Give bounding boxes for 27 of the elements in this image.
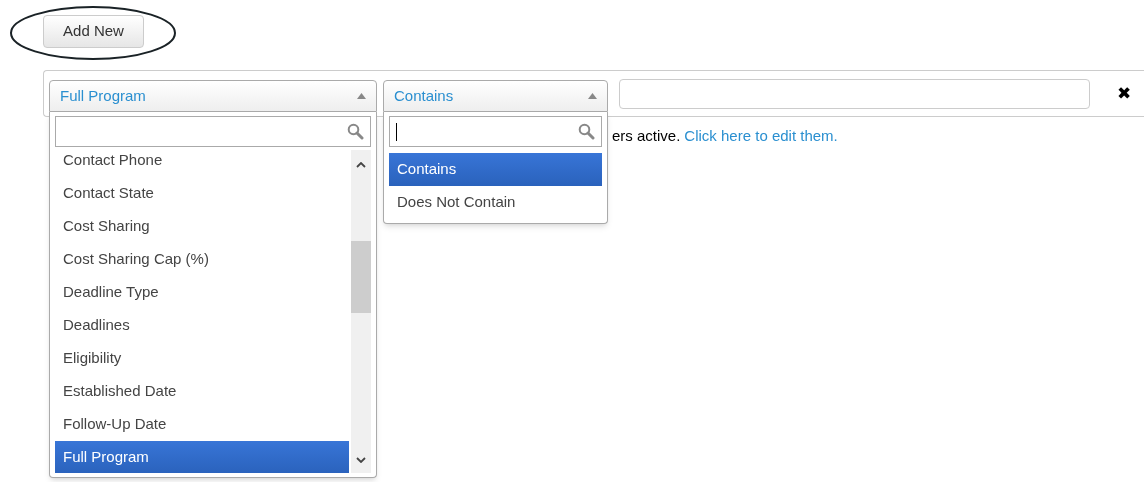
- search-field[interactable]: [389, 116, 602, 147]
- scroll-down-icon[interactable]: [356, 457, 366, 463]
- dropdown-option[interactable]: Cost Sharing Cap (%): [55, 243, 349, 276]
- scrollbar-thumb[interactable]: [351, 241, 371, 313]
- dropdown-option[interactable]: Contains: [389, 153, 602, 186]
- search-field[interactable]: [55, 116, 371, 147]
- dropdown-option[interactable]: Contact State: [55, 177, 349, 210]
- dropdown-option[interactable]: Deadline Type: [55, 276, 349, 309]
- dropdown-option[interactable]: Eligibility: [55, 342, 349, 375]
- dropdown-option[interactable]: Established Date: [55, 375, 349, 408]
- dropdown-option[interactable]: Does Not Contain: [389, 186, 602, 219]
- value-field[interactable]: [619, 78, 1090, 109]
- dropdown-option[interactable]: Follow-Up Date: [55, 408, 349, 441]
- dropdown-option[interactable]: Cost Sharing: [55, 210, 349, 243]
- scroll-up-icon[interactable]: [356, 162, 366, 168]
- search-icon: [578, 123, 595, 140]
- add-new-button[interactable]: Add New: [43, 15, 144, 48]
- dropdown-option[interactable]: Full Program: [55, 441, 349, 473]
- remove-icon[interactable]: ✖: [1117, 80, 1131, 107]
- caret-icon: [357, 93, 366, 99]
- dropdown-option[interactable]: Contact Phone: [55, 150, 349, 177]
- filter-notice: ers active.: [612, 126, 681, 146]
- edit-filters-link[interactable]: Click here to edit them.: [684, 125, 838, 148]
- scrollbar[interactable]: [351, 150, 371, 473]
- search-icon: [347, 123, 364, 140]
- dropdown-option[interactable]: Deadlines: [55, 309, 349, 342]
- caret-icon: [588, 93, 597, 99]
